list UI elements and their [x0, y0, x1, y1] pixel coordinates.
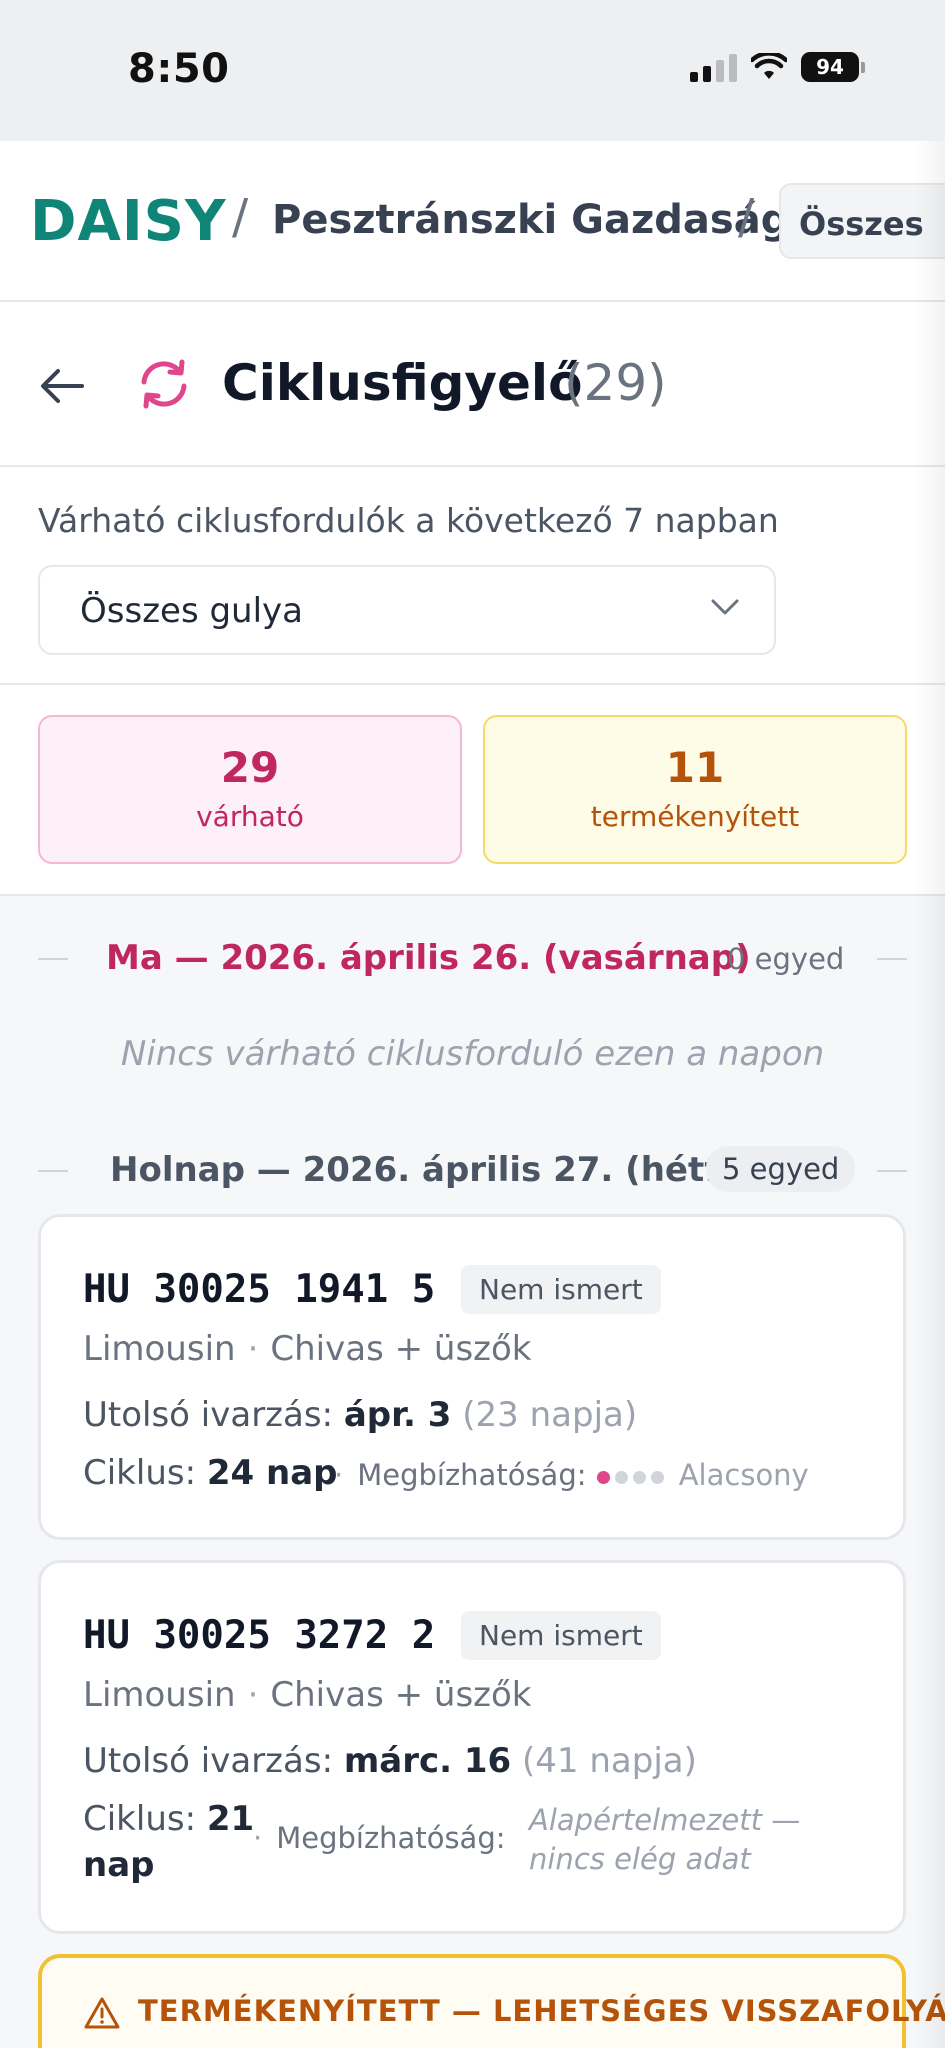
animal-meta: Limousin · Chivas + üszők [83, 1675, 532, 1715]
page-title-bar: Ciklusfigyelő (29) [0, 302, 945, 467]
empty-day-message: Nincs várható ciklusforduló ezen a napon [120, 1034, 825, 1074]
reliability-value: Alacsony [678, 1458, 809, 1492]
status-badge: Nem ismert [461, 1611, 661, 1660]
animal-card[interactable]: HU 30025 1941 5 Nem ismert Limousin · Chiv… [38, 1214, 906, 1540]
last-insemination-date: márc. 16 [343, 1741, 512, 1781]
animal-meta: Limousin · Chivas + üszők [83, 1329, 532, 1369]
summary-section: 29 várható 11 termékenyített [0, 685, 945, 896]
group: Chivas + üszők [270, 1329, 532, 1369]
inseminated-label: termékenyített [590, 800, 800, 833]
filter-label: Várható ciklusfordulók a következő 7 nap… [38, 501, 779, 540]
ear-tag: HU 30025 3272 2 [83, 1613, 436, 1658]
reliability: · Megbízhatóság: Alacsony [334, 1458, 809, 1492]
herd-select[interactable]: Összes gulya [38, 565, 776, 655]
battery-icon: 94 [801, 52, 865, 82]
cycle-value: 24 nap [206, 1453, 338, 1493]
page-title-count: (29) [564, 354, 667, 412]
back-arrow-icon[interactable] [38, 364, 86, 408]
expected-count: 29 [220, 743, 280, 792]
status-bar: 8:50 94 [0, 0, 945, 141]
day-title: Holnap — 2026. április 27. (hétfő) [110, 1150, 758, 1190]
cycle-length-unit: nap [83, 1845, 155, 1885]
reliability-dots-icon [596, 1470, 664, 1484]
days-since: (41 napja) [522, 1741, 697, 1781]
day-header-today: Ma — 2026. április 26. (vasárnap) 0 egye… [0, 928, 945, 988]
last-insemination: Utolsó ivarzás: ápr. 3 (23 napja) [83, 1395, 638, 1435]
breadcrumb-separator: / [738, 189, 755, 245]
herd-select-value: Összes gulya [80, 591, 304, 631]
breadcrumb-farm[interactable]: Pesztránszki Gazdaság [272, 197, 789, 243]
page-title: Ciklusfigyelő [222, 354, 583, 412]
filter-section: Várható ciklusfordulók a következő 7 nap… [0, 467, 945, 685]
breed: Limousin [83, 1675, 236, 1715]
cycle-length: Ciklus: 24 nap [83, 1453, 338, 1493]
cycle-value: 21 [206, 1799, 255, 1839]
day-count: 0 egyed [727, 942, 845, 976]
day-count-badge: 5 egyed [706, 1146, 856, 1192]
group: Chivas + üszők [270, 1675, 532, 1715]
status-badge: Nem ismert [461, 1265, 661, 1314]
scroll-edge-shadow [915, 141, 945, 2048]
warning-card[interactable]: TERMÉKENYÍTETT — LEHETSÉGES VISSZAFOLYÁS [38, 1954, 945, 2048]
wifi-icon [751, 53, 787, 79]
last-insemination-date: ápr. 3 [343, 1395, 452, 1435]
cellular-signal-icon [690, 52, 737, 82]
chevron-down-icon [711, 599, 739, 615]
reliability-value: Alapértelmezett — nincs elég adat [529, 1803, 801, 1876]
battery-level: 94 [801, 52, 859, 82]
reliability: · Megbízhatóság: [253, 1821, 506, 1855]
refresh-cycle-icon [141, 359, 187, 409]
cycle-length: Ciklus: 21 [83, 1799, 255, 1839]
expected-label: várható [196, 800, 304, 833]
breadcrumb-separator: / [232, 189, 249, 245]
warning-title: TERMÉKENYÍTETT — LEHETSÉGES VISSZAFOLYÁS [138, 1994, 945, 2028]
inseminated-summary-card[interactable]: 11 termékenyített [483, 715, 907, 864]
ear-tag: HU 30025 1941 5 [83, 1267, 436, 1312]
breed: Limousin [83, 1329, 236, 1369]
day-header-tomorrow: Holnap — 2026. április 27. (hétfő) 5 egy… [0, 1140, 945, 1200]
inseminated-count: 11 [665, 743, 725, 792]
warning-triangle-icon [84, 1997, 120, 2029]
days-since: (23 napja) [462, 1395, 638, 1435]
animal-card[interactable]: HU 30025 3272 2 Nem ismert Limousin · Chiv… [38, 1560, 906, 1934]
app-header: DAISY / Pesztránszki Gazdaság / Összes [0, 141, 945, 302]
expected-summary-card[interactable]: 29 várható [38, 715, 462, 864]
status-time: 8:50 [128, 46, 230, 92]
day-title: Ma — 2026. április 26. (vasárnap) [106, 938, 751, 978]
status-icons: 94 [690, 52, 865, 82]
last-insemination: Utolsó ivarzás: márc. 16 (41 napja) [83, 1741, 697, 1781]
brand-logo[interactable]: DAISY [30, 189, 227, 254]
